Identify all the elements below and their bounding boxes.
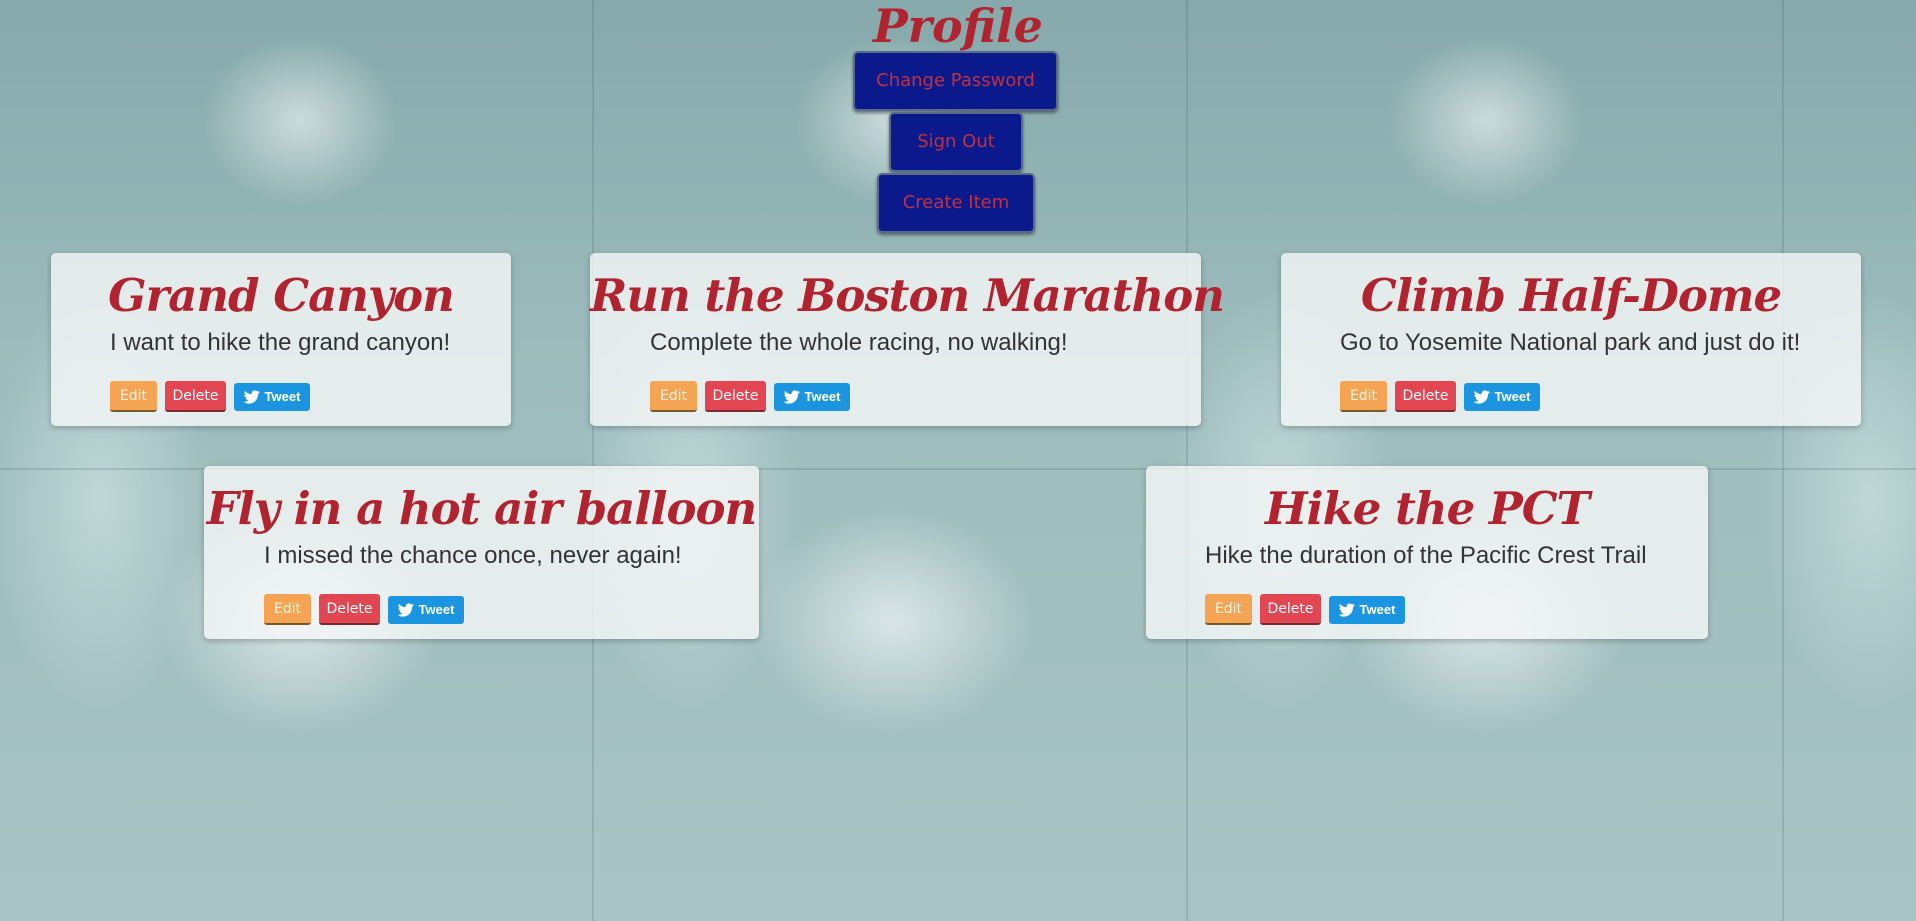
twitter-bird-icon	[397, 602, 414, 617]
background-seam	[1782, 0, 1784, 921]
item-actions: Edit Delete Tweet	[650, 381, 850, 412]
tweet-label: Tweet	[1494, 389, 1531, 404]
item-actions: Edit Delete Tweet	[1340, 381, 1540, 412]
item-card: Hike the PCT Hike the duration of the Pa…	[1146, 466, 1708, 639]
item-title: Grand Canyon	[108, 269, 455, 322]
edit-button[interactable]: Edit	[650, 381, 697, 412]
item-description: Hike the duration of the Pacific Crest T…	[1205, 542, 1647, 569]
tweet-label: Tweet	[418, 602, 455, 617]
delete-button[interactable]: Delete	[1260, 594, 1321, 625]
edit-button[interactable]: Edit	[110, 381, 157, 412]
twitter-bird-icon	[783, 389, 800, 404]
tweet-button[interactable]: Tweet	[1464, 382, 1540, 411]
item-card: Run the Boston Marathon Complete the who…	[590, 253, 1225, 426]
edit-button[interactable]: Edit	[264, 594, 311, 625]
item-title: Run the Boston Marathon	[590, 269, 1225, 322]
item-title: Hike the PCT	[1264, 482, 1590, 535]
item-actions: Edit Delete Tweet	[264, 594, 464, 625]
tweet-button[interactable]: Tweet	[234, 382, 310, 411]
delete-button[interactable]: Delete	[319, 594, 380, 625]
background-seam	[592, 0, 594, 921]
tweet-button[interactable]: Tweet	[1329, 595, 1405, 624]
sign-out-button[interactable]: Sign Out	[889, 112, 1023, 172]
item-card: Climb Half-Dome Go to Yosemite National …	[1281, 253, 1861, 426]
delete-button[interactable]: Delete	[1395, 381, 1456, 412]
item-actions: Edit Delete Tweet	[110, 381, 310, 412]
create-item-button[interactable]: Create Item	[877, 173, 1035, 233]
twitter-bird-icon	[1338, 602, 1355, 617]
tweet-button[interactable]: Tweet	[388, 595, 464, 624]
change-password-button[interactable]: Change Password	[853, 51, 1058, 111]
edit-button[interactable]: Edit	[1205, 594, 1252, 625]
tweet-button[interactable]: Tweet	[774, 382, 850, 411]
item-actions: Edit Delete Tweet	[1205, 594, 1405, 625]
twitter-bird-icon	[1473, 389, 1490, 404]
edit-button[interactable]: Edit	[1340, 381, 1387, 412]
delete-button[interactable]: Delete	[705, 381, 766, 412]
item-card: Fly in a hot air balloon I missed the ch…	[204, 466, 759, 639]
delete-button[interactable]: Delete	[165, 381, 226, 412]
background-seam	[1186, 0, 1188, 921]
tweet-label: Tweet	[804, 389, 841, 404]
item-title: Fly in a hot air balloon	[206, 482, 758, 535]
item-description: I want to hike the grand canyon!	[110, 329, 451, 356]
item-title: Climb Half-Dome	[1360, 269, 1782, 322]
tweet-label: Tweet	[1359, 602, 1396, 617]
item-card: Grand Canyon I want to hike the grand ca…	[51, 253, 511, 426]
item-description: I missed the chance once, never again!	[264, 542, 682, 569]
item-description: Complete the whole racing, no walking!	[650, 329, 1068, 356]
tweet-label: Tweet	[264, 389, 301, 404]
twitter-bird-icon	[243, 389, 260, 404]
item-description: Go to Yosemite National park and just do…	[1340, 329, 1801, 356]
page-title: Profile	[873, 0, 1043, 53]
